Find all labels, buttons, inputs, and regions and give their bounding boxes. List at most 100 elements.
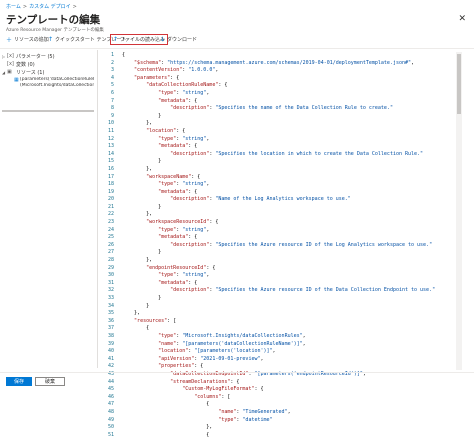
add-resource-button[interactable]: ＋リソースの追加 — [6, 34, 49, 45]
discard-button[interactable]: 破棄 — [35, 377, 65, 386]
line-number: 42 — [107, 363, 114, 370]
code-text: "type": "string", — [158, 89, 210, 96]
code-text: "type": "string", — [158, 272, 210, 279]
line-number: 36 — [107, 317, 114, 324]
code-line[interactable]: 25 "metadata": { — [100, 234, 462, 242]
code-line[interactable]: 6 "type": "string", — [100, 90, 462, 98]
code-text: }, — [122, 120, 153, 127]
sidebar-scrollbar[interactable] — [2, 110, 94, 112]
code-line[interactable]: 2 "$schema": "https://schema.management.… — [100, 60, 462, 68]
code-line[interactable]: 14 "description": "Specifies the locatio… — [100, 151, 462, 159]
code-line[interactable]: 33 } — [100, 295, 462, 303]
code-line[interactable]: 41 "apiVersion": "2021-09-01-preview", — [100, 356, 462, 364]
code-line[interactable]: 4 "parameters": { — [100, 75, 462, 83]
code-line[interactable]: 47 { — [100, 401, 462, 409]
code-line[interactable]: 44 "streamDeclarations": { — [100, 379, 462, 387]
code-text: "properties": { — [158, 363, 204, 370]
code-text: "description": "Name of the Log Analytic… — [170, 196, 351, 203]
line-number: 9 — [110, 112, 114, 119]
code-line[interactable]: 40 "location": "[parameters('location')]… — [100, 348, 462, 356]
breadcrumb-home[interactable]: ホーム — [6, 4, 21, 10]
code-line[interactable]: 8 "description": "Specifies the name of … — [100, 105, 462, 113]
footer-divider — [0, 372, 474, 373]
page-title: テンプレートの編集 — [6, 14, 101, 26]
add-resource-label: リソースの追加 — [14, 37, 49, 43]
upload-icon: ↑ — [48, 36, 54, 43]
breadcrumb-custom-deploy[interactable]: カスタム デプロイ — [29, 4, 71, 10]
code-line[interactable]: 50 }, — [100, 424, 462, 432]
code-line[interactable]: 5 "dataCollectionRuleName": { — [100, 82, 462, 90]
code-line[interactable]: 3 "contentVersion": "1.0.0.0", — [100, 67, 462, 75]
download-button[interactable]: ↓ ダウンロード — [160, 34, 197, 45]
code-line[interactable]: 35 }, — [100, 310, 462, 318]
code-line[interactable]: 49 "type": "datetime" — [100, 417, 462, 425]
code-line[interactable]: 11 "location": { — [100, 128, 462, 136]
code-line[interactable]: 28 }, — [100, 257, 462, 265]
code-line[interactable]: 1{ — [100, 52, 462, 60]
code-line[interactable]: 13 "metadata": { — [100, 143, 462, 151]
code-line[interactable]: 12 "type": "string", — [100, 136, 462, 144]
code-line[interactable]: 46 "columns": [ — [100, 394, 462, 402]
tree-item-variables[interactable]: [x] 変数 (0) — [2, 60, 94, 68]
code-line[interactable]: 27 } — [100, 249, 462, 257]
code-text: } — [122, 203, 162, 210]
code-line[interactable]: 22 }, — [100, 211, 462, 219]
line-number: 17 — [107, 173, 114, 180]
code-line[interactable]: 26 "description": "Specifies the Azure r… — [100, 242, 462, 250]
line-number: 47 — [107, 401, 114, 408]
code-line[interactable]: 19 "metadata": { — [100, 189, 462, 197]
code-line[interactable]: 17 "workspaceName": { — [100, 174, 462, 182]
code-line[interactable]: 9 } — [100, 113, 462, 121]
code-line[interactable]: 21 } — [100, 204, 462, 212]
code-line[interactable]: 31 "metadata": { — [100, 280, 462, 288]
cube-icon: ▣ — [7, 69, 12, 75]
close-icon[interactable]: ✕ — [458, 14, 466, 24]
line-number: 27 — [107, 249, 114, 256]
code-line[interactable]: 37 { — [100, 325, 462, 333]
download-icon: ↓ — [160, 36, 166, 43]
code-text: "metadata": { — [158, 143, 198, 150]
code-line[interactable]: 38 "type": "Microsoft.Insights/dataColle… — [100, 333, 462, 341]
code-editor[interactable]: 1{2 "$schema": "https://schema.managemen… — [100, 52, 462, 438]
code-line[interactable]: 36 "resources": [ — [100, 318, 462, 326]
code-line[interactable]: 23 "workspaceResourceId": { — [100, 219, 462, 227]
code-line[interactable]: 24 "type": "string", — [100, 227, 462, 235]
template-tree: ▷ [x] パラメーター (5) [x] 変数 (0) ◢ ▣ リソース (1)… — [2, 52, 94, 88]
code-line[interactable]: 34 } — [100, 303, 462, 311]
line-number: 30 — [107, 272, 114, 279]
tree-item-resource[interactable]: ▦ [parameters('dataCollectionRuleNa (Mic… — [14, 77, 94, 88]
tree-item-parameters[interactable]: ▷ [x] パラメーター (5) — [2, 52, 94, 60]
code-line[interactable]: 20 "description": "Name of the Log Analy… — [100, 196, 462, 204]
line-number: 2 — [110, 59, 114, 66]
code-line[interactable]: 45 "Custom-MyLogFileFormat": { — [100, 386, 462, 394]
code-line[interactable]: 51 { — [100, 432, 462, 439]
tree-item-resources[interactable]: ◢ ▣ リソース (1) — [2, 68, 94, 76]
line-number: 14 — [107, 150, 114, 157]
code-line[interactable]: 42 "properties": { — [100, 363, 462, 371]
tree-item-label: リソース (1) — [16, 69, 45, 76]
line-number: 3 — [110, 67, 114, 74]
code-text: }, — [122, 165, 153, 172]
editor-scrollbar[interactable] — [456, 52, 462, 370]
code-line[interactable]: 16 }, — [100, 166, 462, 174]
line-number: 46 — [107, 393, 114, 400]
code-line[interactable]: 39 "name": "[parameters('dataCollectionR… — [100, 341, 462, 349]
code-text: }, — [122, 424, 213, 431]
code-line[interactable]: 48 "name": "TimeGenerated", — [100, 409, 462, 417]
code-text: "description": "Specifies the Azure reso… — [170, 241, 433, 248]
code-line[interactable]: 29 "endpointResourceId": { — [100, 265, 462, 273]
code-line[interactable]: 10 }, — [100, 120, 462, 128]
line-number: 51 — [107, 431, 114, 438]
line-number: 50 — [107, 424, 114, 431]
code-line[interactable]: 7 "metadata": { — [100, 98, 462, 106]
code-text: "type": "string", — [158, 226, 210, 233]
code-text: "parameters": { — [134, 74, 180, 81]
save-button[interactable]: 保存 — [6, 377, 32, 386]
code-text: "metadata": { — [158, 188, 198, 195]
code-line[interactable]: 30 "type": "string", — [100, 272, 462, 280]
editor-scroll-thumb[interactable] — [457, 54, 461, 114]
code-line[interactable]: 18 "type": "string", — [100, 181, 462, 189]
code-line[interactable]: 32 "description": "Specifies the Azure r… — [100, 287, 462, 295]
code-line[interactable]: 15 } — [100, 158, 462, 166]
plus-icon: ＋ — [6, 37, 13, 44]
